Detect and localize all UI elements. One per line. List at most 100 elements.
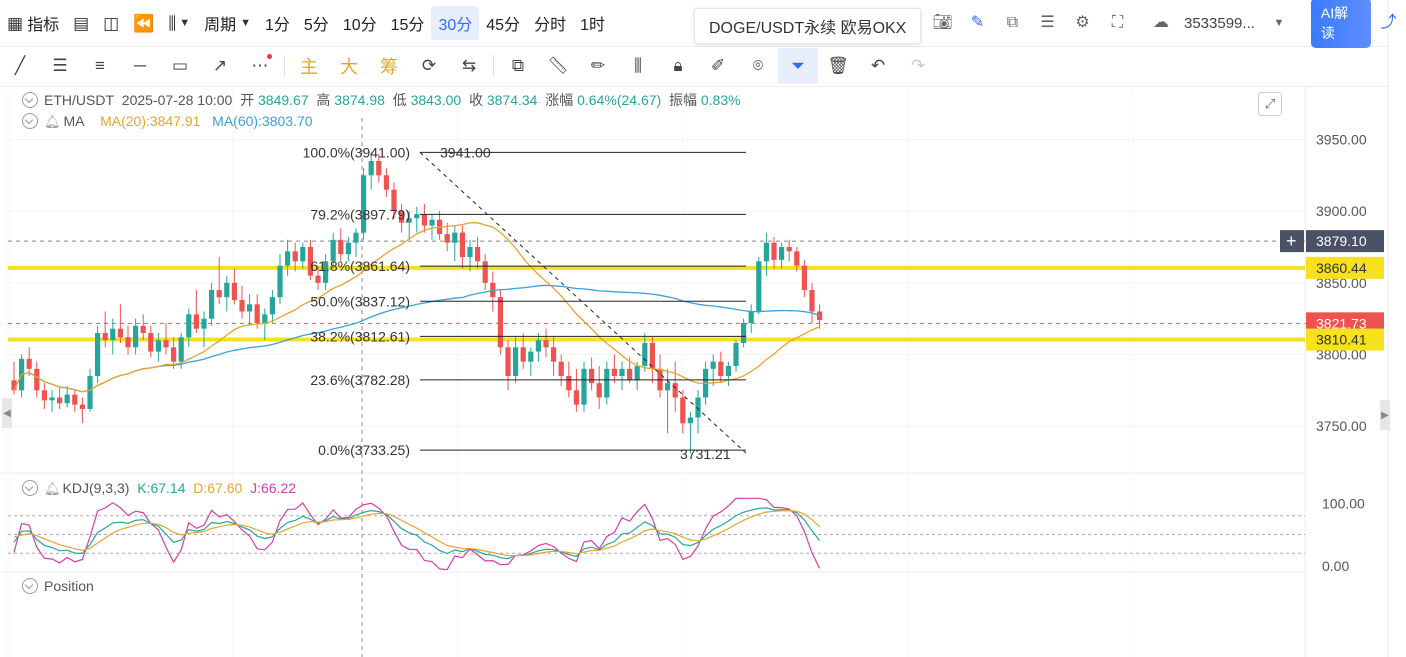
indicators-button[interactable]: ▦ 指标 <box>0 6 66 40</box>
candle-body <box>520 347 526 362</box>
candlestick-icon: ⫼ <box>168 13 177 33</box>
candle-body <box>368 160 374 176</box>
parallel-lines-icon: ☰ <box>52 56 68 75</box>
candle-body <box>133 325 139 348</box>
indicator-chart-icon: ▦ <box>7 13 24 33</box>
candle-body <box>421 214 427 226</box>
arrow-tool[interactable]: ↗ <box>200 48 240 84</box>
delete-tool[interactable]: 🗑︎ <box>818 48 858 84</box>
candle-body <box>163 340 169 348</box>
interval-15m[interactable]: 15分 <box>384 6 432 40</box>
candle-body <box>665 383 671 391</box>
share-icon[interactable]: ⤴ <box>1371 15 1406 31</box>
candle-body <box>611 368 617 376</box>
lock-icon: 🔒︎ <box>673 56 683 75</box>
drawing-toolbar: ╱ ☰ ≡ ─ ▭ ↗ ⋯ 主 大 筹 ⟳ ⇆ ⧉ 📏︎ ✏ ⫼ 🔒︎ ✐ ⌾ … <box>0 46 1390 87</box>
scroll-right-arrow[interactable]: ▶ <box>1380 400 1390 430</box>
kdj-d-value: D:67.60 <box>193 480 243 496</box>
note-tool[interactable]: ✐ <box>698 48 738 84</box>
parallel-tool[interactable]: ☰ <box>40 48 80 84</box>
bell-icon[interactable]: 🔔︎ <box>44 482 61 495</box>
candle-body <box>634 365 640 381</box>
candle-body <box>193 314 199 329</box>
fullscreen-icon[interactable]: ⛶ <box>1100 15 1135 31</box>
candles-icon: ⫼ <box>634 56 642 75</box>
scroll-left-arrow[interactable]: ◀ <box>2 398 12 428</box>
kdj-legend: 🔔︎ KDJ(9,3,3) K:67.14 D:67.60 J:66.22 <box>22 480 296 496</box>
copy-tool[interactable]: ⧉ <box>498 48 538 84</box>
fib-level-label: 50.0%(3837.12) <box>310 293 410 309</box>
kdj-label: KDJ(9,3,3) <box>62 480 130 496</box>
hline-tool[interactable]: ─ <box>120 48 160 84</box>
interval-10m[interactable]: 10分 <box>336 6 384 40</box>
big-tool[interactable]: 大 <box>329 48 369 84</box>
rewind-icon: ⏪ <box>133 13 155 33</box>
eye-icon[interactable] <box>22 92 38 108</box>
interval-5m[interactable]: 5分 <box>297 6 336 40</box>
refresh-tool[interactable]: ⟳ <box>409 48 449 84</box>
candle-body <box>34 368 40 391</box>
candle-body <box>353 232 359 243</box>
calendar-icon: ▤ <box>73 13 90 33</box>
more-tools[interactable]: ⋯ <box>240 48 280 84</box>
candle-body <box>680 397 686 424</box>
replay-button[interactable]: ⏪ <box>126 6 161 40</box>
interval-30m[interactable]: 30分 <box>431 6 480 40</box>
candle-body <box>642 343 648 366</box>
interval-1m[interactable]: 1分 <box>258 6 297 40</box>
eye-icon[interactable] <box>22 578 38 594</box>
lock-tool[interactable]: 🔒︎ <box>658 48 698 84</box>
fib-level-label: 38.2%(3812.61) <box>310 328 410 344</box>
measure-icon: ⇆ <box>461 56 477 75</box>
trendline-tool[interactable]: ╱ <box>0 48 40 84</box>
candle-body <box>277 265 283 298</box>
measure-tool[interactable]: ⇆ <box>449 48 489 84</box>
candle-body <box>64 394 70 404</box>
plus-icon: + <box>1286 231 1297 251</box>
bell-icon[interactable]: 🔔︎ <box>44 115 61 128</box>
candle-body <box>817 311 823 321</box>
candle-body <box>383 175 389 190</box>
main-chart-tool[interactable]: 主 <box>289 48 329 84</box>
account-dropdown[interactable]: ☁ 3533599... ▼ <box>1135 15 1305 32</box>
divider <box>493 55 494 77</box>
pen-icon[interactable]: ✎ <box>960 15 995 31</box>
period-button[interactable]: 周期 ▼ <box>197 6 258 40</box>
filter-tool[interactable]: ⏷ <box>778 48 818 84</box>
candle-body <box>231 282 237 301</box>
candle-body <box>171 347 177 362</box>
candle-body <box>414 214 420 219</box>
settings-icon[interactable]: ⚙ <box>1065 15 1100 31</box>
magnet-tool[interactable]: ⌾ <box>738 48 778 84</box>
list-icon[interactable]: ☰ <box>1030 15 1065 31</box>
calendar-button[interactable]: ▤ <box>66 6 96 40</box>
layout-button[interactable]: ◫ <box>96 6 126 40</box>
account-label: 3533599... <box>1184 14 1255 32</box>
chart-type-button[interactable]: ⫼ ▼ <box>161 6 197 40</box>
channel-tool[interactable]: ≡ <box>80 48 120 84</box>
candle-body <box>763 242 769 262</box>
interval-45m[interactable]: 45分 <box>479 6 527 40</box>
interval-timeshare[interactable]: 分时 <box>527 6 573 40</box>
chips-tool[interactable]: 筹 <box>369 48 409 84</box>
ruler-tool[interactable]: 📏︎ <box>538 48 578 84</box>
pencil-tool[interactable]: ✏ <box>578 48 618 84</box>
undo-tool[interactable]: ↶ <box>858 48 898 84</box>
interval-1h[interactable]: 1时 <box>573 6 612 40</box>
redo-tool[interactable]: ↷ <box>898 48 938 84</box>
arrow-icon: ↗ <box>212 56 228 75</box>
ma-legend: 🔔︎ MA MA(20):3847.91 MA(60):3803.70 <box>22 113 313 129</box>
rect-tool[interactable]: ▭ <box>160 48 200 84</box>
ma20-line <box>13 222 820 393</box>
redo-icon: ↷ <box>910 56 926 75</box>
camera-icon[interactable]: 📷︎ <box>925 15 960 31</box>
expand-icon[interactable]: ⤢ <box>1258 92 1282 116</box>
candle-body <box>725 365 731 376</box>
candles-tool[interactable]: ⫼ <box>618 48 658 84</box>
window-icon[interactable]: ⧉ <box>995 15 1030 31</box>
eye-icon[interactable] <box>22 480 38 496</box>
candle-body <box>239 300 245 312</box>
eye-icon[interactable] <box>22 113 38 129</box>
candle-body <box>482 261 488 283</box>
ai-analysis-button[interactable]: AI解读 <box>1310 0 1371 48</box>
